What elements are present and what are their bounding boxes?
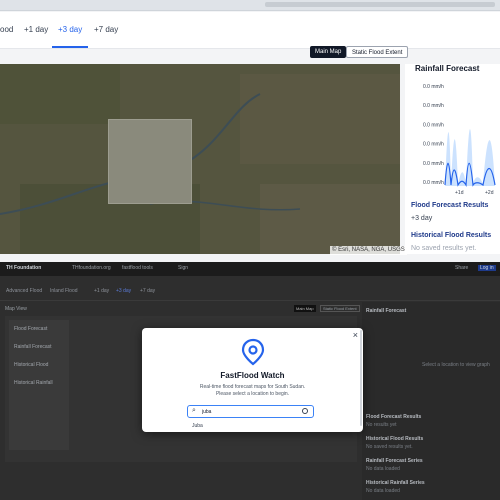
tab-flood[interactable]: ood <box>0 12 19 48</box>
tab-3-day[interactable]: +3 day <box>52 12 89 48</box>
bottom-static-button[interactable]: Static Flood Extent <box>320 305 360 312</box>
flood-results-label: Flood Forecast Results <box>411 202 489 209</box>
section-flood-results-sub: No results yet <box>366 422 397 428</box>
bottom-main-map-button[interactable]: Main Map <box>294 305 316 312</box>
rainfall-title: Rainfall Forecast <box>415 64 480 73</box>
forecast-tab-bar: ood +1 day +3 day +7 day <box>0 12 500 49</box>
flood-extent-overlay <box>108 119 192 204</box>
modal-scrollbar[interactable] <box>360 330 362 426</box>
top-app-view: ood +1 day +3 day +7 day Main Map Static… <box>0 0 500 262</box>
section-historical-rainfall-sub: No data loaded <box>366 488 400 494</box>
layer-rainfall-forecast[interactable]: Rainfall Forecast <box>14 344 52 350</box>
tab-7-day[interactable]: +7 day <box>88 12 124 48</box>
rainfall-y-tick: 0.0 mm/h <box>423 122 444 128</box>
historical-results-label: Historical Flood Results <box>411 232 492 239</box>
graph-placeholder: Select a location to view graph <box>422 362 490 368</box>
bottom-tab-bar: Advanced Flood Inland Flood +1 day +3 da… <box>0 282 500 301</box>
org-name: TH Foundation <box>6 265 42 271</box>
layer-historical-flood[interactable]: Historical Flood <box>14 362 48 368</box>
main-map-button[interactable]: Main Map <box>310 46 347 58</box>
location-search-box[interactable]: ⌕ <box>187 405 314 418</box>
header-link-3[interactable]: Sign <box>178 265 188 271</box>
rainfall-x-tick: +1d <box>455 190 464 196</box>
section-historical-results: Historical Flood Results <box>366 436 424 442</box>
satellite-map[interactable] <box>0 64 400 254</box>
location-search-input[interactable] <box>202 407 297 416</box>
rainfall-chart: 0.0 mm/h 0.0 mm/h 0.0 mm/h 0.0 mm/h 0.0 mm/h… <box>423 84 496 196</box>
section-rainfall-series: Rainfall Forecast Series <box>366 458 423 464</box>
historical-results-value: No saved results yet. <box>411 245 477 252</box>
section-historical-results-sub: No saved results yet. <box>366 444 413 450</box>
section-flood-results: Flood Forecast Results <box>366 414 422 420</box>
tab-bottom-1-day[interactable]: +1 day <box>94 288 109 294</box>
rainfall-y-tick: 0.0 mm/h <box>423 142 444 148</box>
share-button[interactable]: Share <box>455 265 468 271</box>
static-flood-extent-button[interactable]: Static Flood Extent <box>346 46 409 58</box>
rainfall-x-tick: +2d <box>485 190 494 196</box>
bottom-right-panel: Rainfall Forecast Select a location to v… <box>362 302 500 500</box>
search-icon: ⌕ <box>192 407 196 414</box>
modal-hint: Please select a location to begin. <box>215 391 290 397</box>
tab-1-day[interactable]: +1 day <box>18 12 54 48</box>
location-modal: × FastFlood Watch Real-time flood foreca… <box>142 328 363 432</box>
header-link-2[interactable]: fastflood tools <box>122 265 153 271</box>
rainfall-y-tick: 0.0 mm/h <box>423 103 444 109</box>
login-button[interactable]: Log in <box>478 265 496 271</box>
layer-list: Flood Forecast Rainfall Forecast Histori… <box>9 320 69 450</box>
rainfall-panel: Rainfall Forecast 0.0 mm/h 0.0 mm/h 0.0 mm… <box>405 64 500 254</box>
bottom-header: TH Foundation THfoundation.org fastflood… <box>0 262 500 276</box>
rainfall-y-tick: 0.0 mm/h <box>423 161 444 167</box>
top-address-strip <box>0 0 500 11</box>
header-link-1[interactable]: THfoundation.org <box>72 265 111 271</box>
map-attribution: © Esri, NASA, NGA, USGS <box>330 246 407 255</box>
modal-title: FastFlood Watch <box>220 371 285 380</box>
bottom-rainfall-title: Rainfall Forecast <box>366 308 407 314</box>
tab-advanced-flood[interactable]: Advanced Flood <box>6 288 42 294</box>
modal-description: Real-time flood forecast maps for South … <box>199 384 306 390</box>
layer-historical-rainfall[interactable]: Historical Rainfall <box>14 380 53 386</box>
flood-results-value: +3 day <box>411 215 433 222</box>
section-rainfall-series-sub: No data loaded <box>366 466 400 472</box>
close-icon[interactable]: × <box>353 330 358 340</box>
map-view-label: Map View <box>5 306 27 312</box>
layer-flood-forecast[interactable]: Flood Forecast <box>14 326 47 332</box>
location-pin-icon <box>241 338 265 366</box>
rainfall-y-tick: 0.0 mm/h <box>423 180 444 186</box>
tab-bottom-3-day[interactable]: +3 day <box>116 288 131 294</box>
locate-icon[interactable] <box>302 408 308 414</box>
rainfall-y-tick: 0.0 mm/h <box>423 84 444 90</box>
section-historical-rainfall: Historical Rainfall Series <box>366 480 425 486</box>
tab-bottom-7-day[interactable]: +7 day <box>140 288 155 294</box>
suggestion-item[interactable]: Juba <box>192 423 203 429</box>
tab-inland-flood[interactable]: Inland Flood <box>50 288 78 294</box>
satellite-texture <box>0 64 400 254</box>
